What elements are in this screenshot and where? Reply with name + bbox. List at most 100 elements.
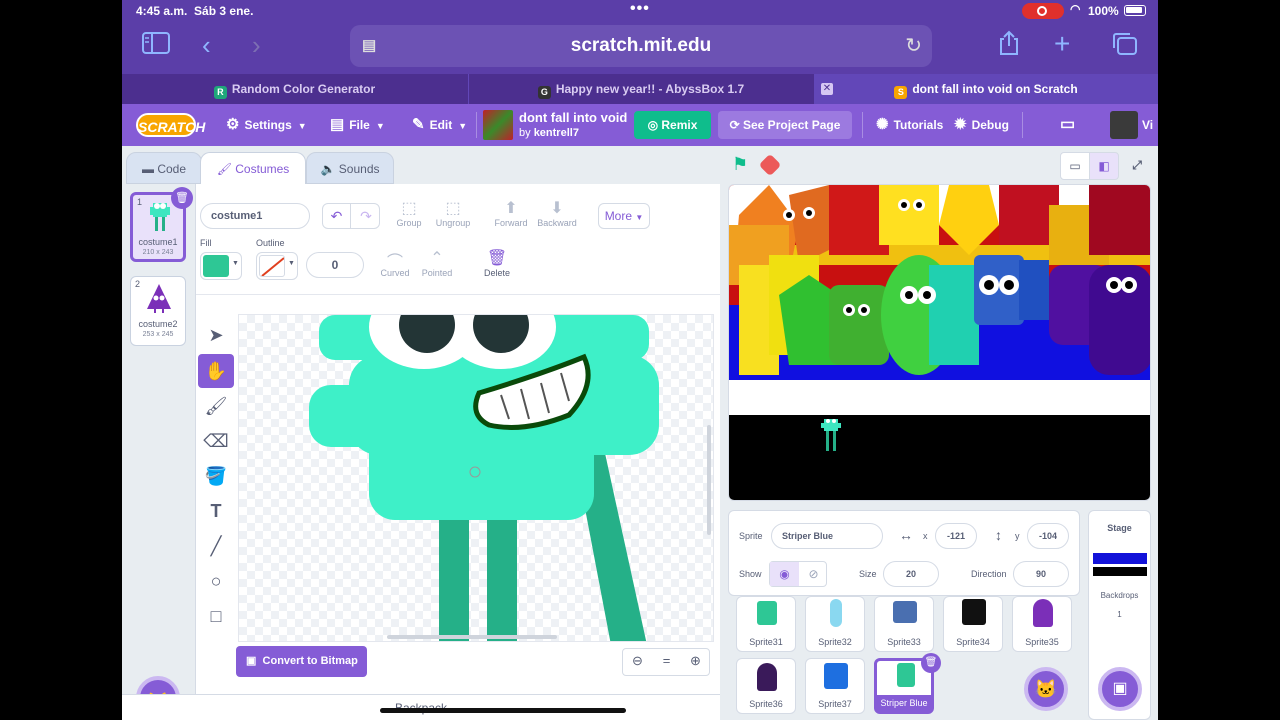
avatar[interactable] [1110, 111, 1138, 139]
select-tool-icon[interactable]: ➤ [198, 318, 234, 352]
green-flag-icon[interactable]: ⚑ [732, 154, 748, 175]
ungroup-button[interactable]: ⬚ Ungroup [430, 198, 476, 228]
browser-tab-abyssbox[interactable]: G Happy new year!! - AbyssBox 1.7 [468, 74, 813, 104]
see-project-page-button[interactable]: ⟳ See Project Page [718, 111, 852, 139]
stage-size-controls: ▭ ◧ ⤢ [1060, 152, 1152, 180]
chevron-down-icon: ▼ [232, 260, 239, 267]
edit-menu[interactable]: ✎ Edit ▼ [412, 104, 467, 146]
tab-code[interactable]: ▬ Code [126, 152, 202, 184]
fill-color-picker[interactable]: ▼ [200, 252, 242, 280]
browser-tab-scratch[interactable]: Sdont fall into void on Scratch [814, 74, 1158, 104]
stage-canvas[interactable] [728, 184, 1151, 501]
new-tab-icon[interactable]: + [1054, 28, 1070, 60]
zoom-out-icon[interactable]: ⊖ [623, 653, 652, 669]
circle-tool-icon[interactable]: ○ [198, 564, 234, 598]
file-menu[interactable]: ▤ File ▼ [330, 104, 385, 146]
undo-icon[interactable]: ↶ [323, 204, 351, 228]
browser-tab-color-generator[interactable]: R Random Color Generator [122, 74, 467, 104]
add-backdrop-button[interactable]: ▣ [1098, 667, 1142, 711]
direction-input[interactable]: 90 [1013, 561, 1069, 587]
add-sprite-button[interactable]: 🐱 [1024, 667, 1068, 711]
multitask-dots[interactable]: ••• [630, 0, 650, 18]
sprite-thumbnail [830, 599, 842, 627]
line-tool-icon[interactable]: ╱ [198, 529, 234, 563]
project-title[interactable]: dont fall into void [519, 110, 627, 125]
forward-icon[interactable]: › [252, 30, 261, 61]
close-tab-icon[interactable]: ✕ [821, 83, 833, 95]
curved-button[interactable]: ⌒ Curved [372, 248, 418, 278]
zoom-in-icon[interactable]: ⊕ [681, 653, 710, 669]
tab-costumes[interactable]: 🖌 Costumes [200, 152, 306, 186]
size-input[interactable]: 20 [883, 561, 939, 587]
back-icon[interactable]: ‹ [202, 30, 211, 61]
sprite-name-input[interactable]: Striper Blue [771, 523, 883, 549]
author-name[interactable]: kentrell7 [534, 127, 579, 139]
delete-costume-icon[interactable]: 🗑 [171, 187, 193, 209]
backdrops-label: Backdrops [1100, 591, 1139, 600]
reader-icon[interactable]: ▤ [362, 25, 376, 67]
delete-sprite-icon[interactable]: 🗑 [921, 653, 941, 673]
remix-button[interactable]: ◎ Remix [634, 111, 711, 139]
share-icon[interactable] [998, 30, 1020, 62]
backward-button[interactable]: ⬇ Backward [534, 198, 580, 228]
size-label: Size [859, 569, 877, 579]
small-stage-icon[interactable]: ▭ [1060, 152, 1090, 180]
outline-width-input[interactable]: 0 [306, 252, 364, 278]
rectangle-tool-icon[interactable]: □ [198, 599, 234, 633]
my-stuff-folder-icon[interactable]: ▭ [1060, 104, 1075, 146]
file-icon: ▤ [330, 116, 345, 133]
sidebar-icon[interactable] [142, 32, 170, 60]
zoom-reset-icon[interactable]: = [652, 653, 681, 668]
scratch-logo[interactable]: SCRATCH [136, 113, 205, 137]
device-frame: 4:45 a.m. Sáb 3 ene. ••• ◠ 100% ‹ › ▤ sc… [0, 0, 1280, 720]
delete-button[interactable]: 🗑 Delete [474, 248, 520, 278]
tab-sounds[interactable]: 🔈 Sounds [306, 152, 394, 184]
fill-tool-icon[interactable]: 🪣 [198, 459, 234, 493]
reshape-tool-icon[interactable]: ✋ [198, 354, 234, 388]
tab-label: Happy new year!! - AbyssBox 1.7 [555, 82, 745, 96]
costume-name-input[interactable]: costume1 [200, 203, 310, 229]
remix-icon: ◎ [647, 118, 659, 132]
outline-color-picker[interactable]: ▼ [256, 252, 298, 280]
x-position-input[interactable]: -121 [935, 523, 977, 549]
group-button[interactable]: ⬚ Group [386, 198, 432, 228]
brush-tool-icon[interactable]: 🖌 [198, 389, 234, 423]
tutorials-menu[interactable]: ✺ Tutorials [876, 104, 943, 146]
redo-icon[interactable]: ↷ [352, 204, 380, 228]
sprite-tile[interactable]: Sprite34 [943, 596, 1003, 652]
sprite-tile[interactable]: Sprite35 [1012, 596, 1072, 652]
y-position-input[interactable]: -104 [1027, 523, 1069, 549]
reload-icon[interactable]: ↻ [905, 25, 922, 67]
stage-thumbnail-band [1093, 553, 1147, 564]
home-indicator[interactable] [380, 708, 626, 713]
account-name[interactable]: Vi [1142, 104, 1153, 146]
stop-icon[interactable] [758, 153, 782, 177]
costume-item[interactable]: 1 costume1 210 x 243 🗑 [130, 187, 193, 262]
address-bar[interactable]: ▤ scratch.mit.edu ↻ [350, 25, 932, 67]
more-button[interactable]: More ▼ [598, 203, 650, 229]
fullscreen-icon[interactable]: ⤢ [1122, 152, 1152, 180]
wifi-icon: ◠ [1070, 2, 1081, 16]
convert-to-bitmap-button[interactable]: ▣ Convert to Bitmap [236, 646, 367, 677]
debug-menu[interactable]: ✹ Debug [954, 104, 1009, 146]
paint-canvas[interactable] [238, 314, 714, 642]
sprite-tile[interactable]: Sprite32 [805, 596, 865, 652]
costume-item[interactable]: 2 costume2 253 x 245 [130, 276, 186, 346]
eraser-tool-icon[interactable]: ⌫ [198, 424, 234, 458]
sprite-tile[interactable]: Sprite36 [736, 658, 796, 714]
sprite-name: Sprite36 [749, 699, 783, 709]
sprite-tile[interactable]: Sprite33 [874, 596, 934, 652]
sprite-tile[interactable]: Sprite31 [736, 596, 796, 652]
text-tool-icon[interactable]: T [198, 494, 234, 528]
tabs-overview-icon[interactable] [1112, 32, 1138, 62]
large-stage-icon[interactable]: ◧ [1089, 152, 1119, 180]
backpack-bar[interactable]: Backpack [122, 694, 720, 720]
sprite-tile[interactable]: Sprite37 [805, 658, 865, 714]
forward-button[interactable]: ⬆ Forward [488, 198, 534, 228]
settings-menu[interactable]: ⚙ Settings ▼ [226, 104, 307, 146]
eye-icon[interactable]: ◉ [770, 562, 799, 586]
sprite-tile-selected[interactable]: Striper Blue 🗑 [874, 653, 941, 714]
eye-hidden-icon[interactable]: ⊘ [799, 562, 828, 586]
pointed-button[interactable]: ⌃ Pointed [414, 248, 460, 278]
sprite-label: Sprite [739, 531, 763, 541]
